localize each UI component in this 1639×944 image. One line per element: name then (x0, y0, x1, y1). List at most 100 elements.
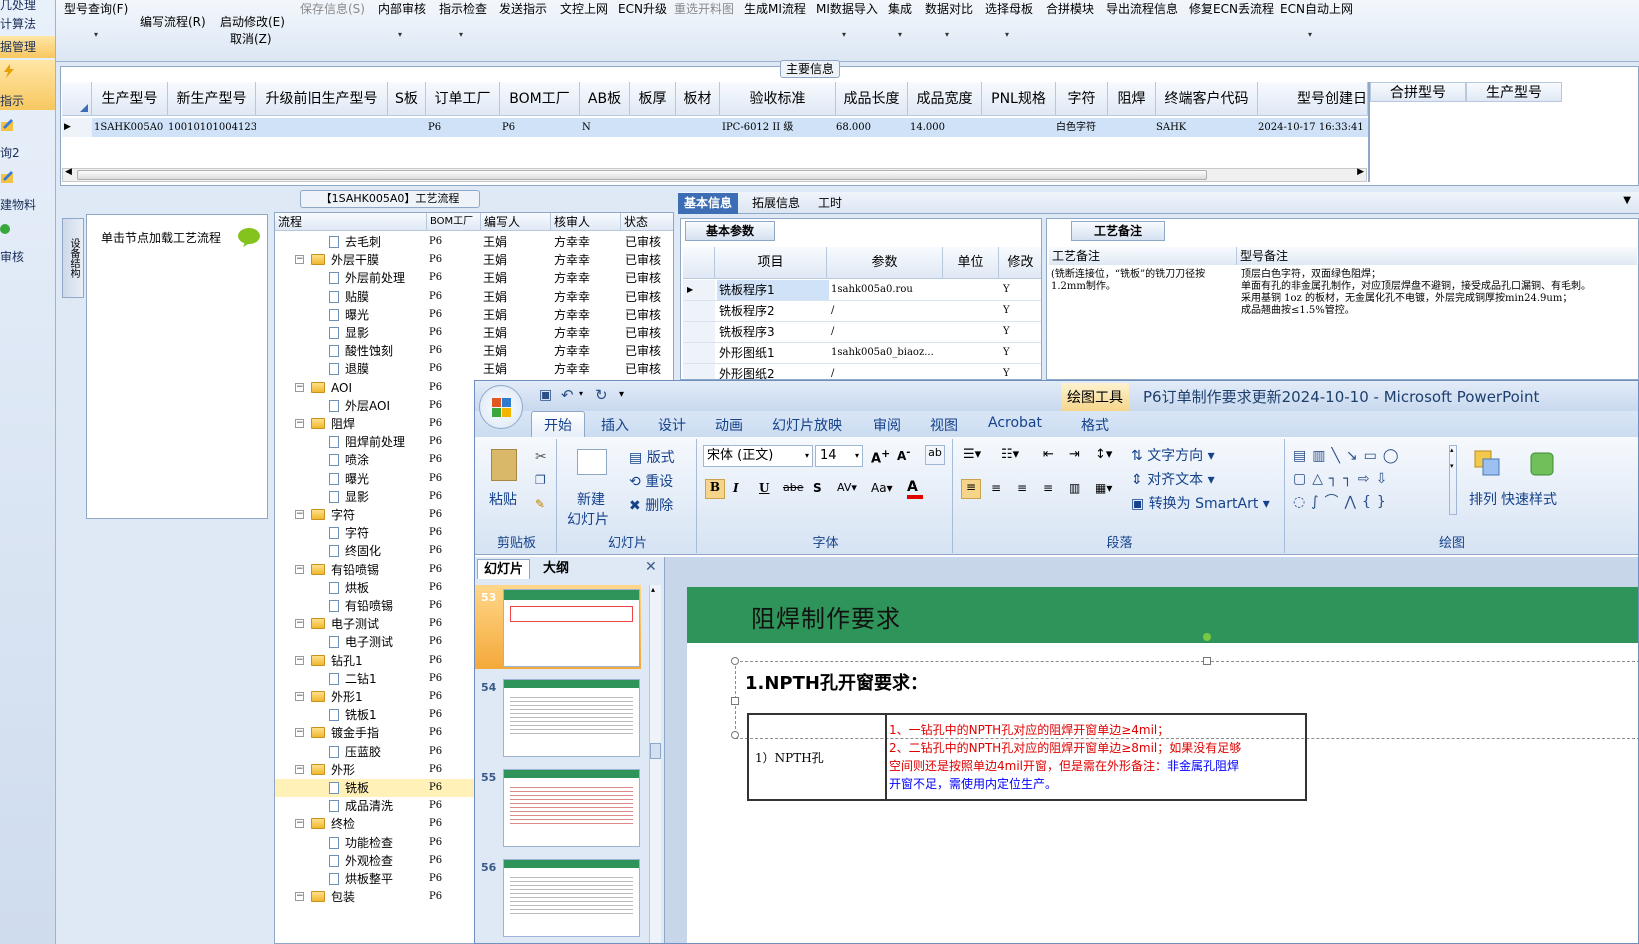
strikethrough-icon[interactable]: abe (783, 481, 804, 494)
resize-handle[interactable] (1203, 657, 1211, 665)
tree-row[interactable]: − 外层干膜 P6 王娟 方幸幸 已审核 (275, 251, 673, 269)
nav-item-1[interactable]: 计算法 (0, 14, 55, 34)
nav-item-data-manage[interactable]: 据管理 (0, 36, 55, 58)
redo-icon[interactable]: ↻ (595, 386, 608, 404)
slide-thumbnail-55[interactable] (503, 769, 640, 847)
numbering-icon[interactable]: ☷▾ (1001, 447, 1019, 462)
align-left-icon[interactable]: ≡ (961, 479, 981, 499)
font-size-select[interactable]: 14 ▾ (815, 445, 863, 467)
tree-row[interactable]: 外层前处理 P6 王娟 方幸幸 已审核 (275, 269, 673, 287)
tree-row[interactable]: 贴膜 P6 王娟 方幸幸 已审核 (275, 288, 673, 306)
tree-header-bom[interactable]: BOM工厂 (427, 213, 481, 231)
col-header-char[interactable]: 字符 (1056, 82, 1108, 116)
col-header-customer[interactable]: 终端客户代码 (1156, 82, 1258, 116)
collapse-icon[interactable]: − (295, 510, 304, 519)
col-header-width[interactable]: 成品宽度 (908, 82, 982, 116)
new-slide-button[interactable]: 新建 (577, 489, 605, 509)
col-header-prod-model[interactable]: 生产型号 (1466, 82, 1562, 102)
model-query-button[interactable]: 型号查询(F) (64, 0, 128, 17)
collapse-icon[interactable]: − (295, 728, 304, 738)
office-button[interactable] (479, 385, 523, 429)
tab-format[interactable]: 格式 (1081, 415, 1109, 435)
reset-button[interactable]: ⟲ 重设 (629, 471, 673, 491)
quick-styles-button[interactable]: 快速样式 (1501, 489, 1557, 509)
reselect-cutting-button[interactable]: 重选开料图 (674, 0, 734, 17)
tab-basic-info[interactable]: 基本信息 (678, 193, 739, 214)
format-painter-icon[interactable]: ✎ (535, 497, 545, 511)
collapse-icon[interactable]: − (295, 819, 304, 829)
internal-review-button[interactable]: 内部审核 (378, 0, 426, 17)
col-header-old-model[interactable]: 升级前旧生产型号 (256, 82, 388, 116)
shadow-icon[interactable]: S (813, 481, 822, 495)
basic-header-item[interactable]: 项目 (715, 247, 827, 279)
process-note-text[interactable]: (铣断连接位，“铣板”的铣刀刀径按1.2mm制作。 (1051, 269, 1231, 293)
horizontal-scrollbar[interactable]: ◀ ▶ (62, 167, 1367, 182)
font-color-icon[interactable]: A (907, 479, 923, 499)
increase-indent-icon[interactable]: ⇥ (1069, 447, 1080, 462)
instruction-check-button[interactable]: 指示检查 (439, 0, 487, 17)
write-flow-button[interactable]: 编写流程(R) (140, 13, 206, 30)
tree-row[interactable]: 酸性蚀刻 P6 王娟 方幸幸 已审核 (275, 342, 673, 360)
bullets-icon[interactable]: ☰▾ (963, 447, 981, 462)
decrease-indent-icon[interactable]: ⇤ (1043, 447, 1054, 462)
tab-insert[interactable]: 插入 (601, 415, 629, 435)
collapse-icon[interactable]: − (295, 382, 304, 392)
bold-icon[interactable]: B (705, 479, 725, 499)
slide-title[interactable]: 阻焊制作要求 (751, 599, 901, 634)
col-header-thickness[interactable]: 板厚 (630, 82, 676, 116)
nav-item-build-material[interactable]: 建物料 (0, 170, 55, 214)
dropdown-arrow-icon[interactable]: ▾ (398, 30, 402, 39)
nav-item-instructions[interactable]: 指示 (0, 60, 55, 110)
basic-header-param[interactable]: 参数 (827, 247, 943, 279)
tree-row[interactable]: 退膜 P6 王娟 方幸幸 已审核 (275, 360, 673, 378)
save-icon[interactable]: ▣ (539, 387, 552, 403)
nav-item-review[interactable]: 审核 (0, 222, 55, 266)
col-header-pnl[interactable]: PNL规格 (982, 82, 1056, 116)
line-spacing-icon[interactable]: ↕▾ (1095, 447, 1112, 462)
char-spacing-icon[interactable]: AV▾ (837, 481, 857, 494)
tree-row[interactable]: 曝光 P6 王娟 方幸幸 已审核 (275, 306, 673, 324)
data-compare-button[interactable]: 数据对比 (925, 0, 973, 17)
tab-slideshow[interactable]: 幻灯片放映 (772, 415, 842, 435)
col-header-ab-board[interactable]: AB板 (580, 82, 630, 116)
slides-scrollbar[interactable]: ▴ (649, 585, 661, 943)
tree-row[interactable]: 显影 P6 王娟 方幸幸 已审核 (275, 324, 673, 342)
align-text-button[interactable]: ⇕ 对齐文本 ▾ (1131, 469, 1215, 489)
col-header-solder[interactable]: 阻焊 (1108, 82, 1156, 116)
start-modify-button[interactable]: 启动修改(E) (220, 13, 285, 30)
text-direction-button[interactable]: ⇅ 文字方向 ▾ (1131, 445, 1215, 465)
model-note-text[interactable]: 顶层白色字符，双面绿色阻焊； 单面有孔的非金属孔制作，对应顶层焊盘不避铜，接受成… (1241, 269, 1631, 317)
param-row[interactable]: 外形图纸1 1sahk005a0_biaoz... Y (683, 343, 1041, 364)
tab-work-hours[interactable]: 工时 (812, 193, 848, 214)
collapse-icon[interactable]: − (295, 692, 304, 701)
col-header-acceptance[interactable]: 验收标准 (720, 82, 836, 116)
tab-acrobat[interactable]: Acrobat (988, 415, 1042, 431)
distribute-icon[interactable]: ▥ (1069, 481, 1080, 495)
new-slide-button-2[interactable]: 幻灯片 (567, 509, 609, 529)
slide-thumbnail-53[interactable] (503, 589, 640, 667)
layout-button[interactable]: ▤ 版式 (629, 447, 675, 467)
cut-icon[interactable]: ✂ (535, 449, 547, 465)
col-header-material[interactable]: 板材 (676, 82, 720, 116)
cancel-button[interactable]: 取消(Z) (230, 30, 272, 47)
tree-header-reviewer[interactable]: 核审人 (551, 213, 621, 231)
tree-header-status[interactable]: 状态 (621, 213, 673, 231)
rotate-handle[interactable] (1203, 633, 1211, 641)
requirements-table[interactable]: 1）NPTH孔 1、一钻孔中的NPTH孔对应的阻焊开窗单边≥4mil； 2、二钻… (747, 713, 1307, 801)
param-row[interactable]: 铣板程序2/ Y (683, 301, 1041, 322)
columns-icon[interactable]: ▦▾ (1095, 481, 1112, 495)
save-info-button[interactable]: 保存信息(S) (300, 0, 365, 17)
collapse-icon[interactable]: − (295, 564, 304, 574)
tab-home[interactable]: 开始 (531, 411, 585, 437)
ecn-auto-online-button[interactable]: ECN自动上网 (1280, 0, 1353, 17)
generate-mi-flow-button[interactable]: 生成MI流程 (744, 0, 806, 17)
smartart-button[interactable]: ▣ 转换为 SmartArt ▾ (1131, 493, 1270, 513)
slide-heading[interactable]: 1.NPTH孔开窗要求： (745, 669, 928, 695)
dropdown-arrow-icon[interactable]: ▾ (1308, 30, 1312, 39)
repair-ecn-flow-button[interactable]: 修复ECN丢流程 (1189, 0, 1274, 17)
dropdown-arrow-icon[interactable]: ▾ (842, 30, 846, 39)
param-row[interactable]: ▶ 铣板程序1 1sahk005a0.rou Y (683, 280, 1041, 301)
dropdown-arrow-icon[interactable]: ▾ (459, 30, 463, 39)
integrate-button[interactable]: 集成 (888, 0, 912, 17)
dropdown-arrow-icon[interactable]: ▾ (945, 30, 949, 39)
